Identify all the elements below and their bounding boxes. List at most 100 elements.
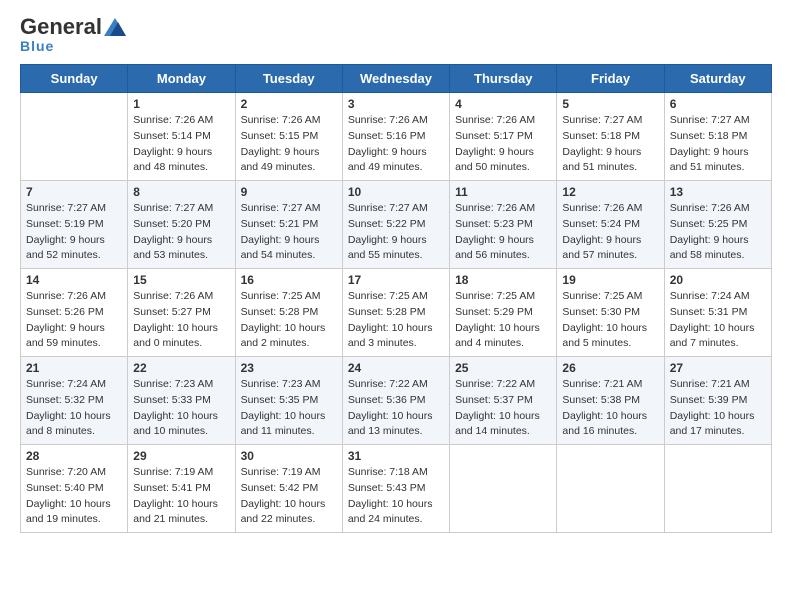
day-info: Sunrise: 7:22 AM Sunset: 5:36 PM Dayligh… <box>348 377 444 440</box>
sunset-text: Sunset: 5:21 PM <box>241 218 319 230</box>
logo-icon <box>104 18 126 36</box>
calendar-header-thursday: Thursday <box>450 65 557 93</box>
daylight-text: Daylight: 10 hours and 14 minutes. <box>455 410 540 438</box>
sunrise-text: Sunrise: 7:27 AM <box>348 202 428 214</box>
day-number: 30 <box>241 449 337 463</box>
calendar-header-monday: Monday <box>128 65 235 93</box>
sunset-text: Sunset: 5:35 PM <box>241 394 319 406</box>
calendar-cell: 22 Sunrise: 7:23 AM Sunset: 5:33 PM Dayl… <box>128 357 235 445</box>
sunrise-text: Sunrise: 7:27 AM <box>26 202 106 214</box>
daylight-text: Daylight: 9 hours and 51 minutes. <box>670 146 749 174</box>
sunset-text: Sunset: 5:37 PM <box>455 394 533 406</box>
day-info: Sunrise: 7:21 AM Sunset: 5:38 PM Dayligh… <box>562 377 658 440</box>
day-number: 20 <box>670 273 766 287</box>
calendar-cell: 29 Sunrise: 7:19 AM Sunset: 5:41 PM Dayl… <box>128 445 235 533</box>
day-number: 9 <box>241 185 337 199</box>
sunset-text: Sunset: 5:32 PM <box>26 394 104 406</box>
calendar-cell: 9 Sunrise: 7:27 AM Sunset: 5:21 PM Dayli… <box>235 181 342 269</box>
calendar-cell: 8 Sunrise: 7:27 AM Sunset: 5:20 PM Dayli… <box>128 181 235 269</box>
day-info: Sunrise: 7:27 AM Sunset: 5:19 PM Dayligh… <box>26 201 122 264</box>
sunset-text: Sunset: 5:31 PM <box>670 306 748 318</box>
sunrise-text: Sunrise: 7:26 AM <box>348 114 428 126</box>
day-info: Sunrise: 7:19 AM Sunset: 5:42 PM Dayligh… <box>241 465 337 528</box>
day-number: 5 <box>562 97 658 111</box>
day-number: 16 <box>241 273 337 287</box>
calendar-header-saturday: Saturday <box>664 65 771 93</box>
calendar-cell <box>450 445 557 533</box>
sunset-text: Sunset: 5:42 PM <box>241 482 319 494</box>
calendar-week-5: 28 Sunrise: 7:20 AM Sunset: 5:40 PM Dayl… <box>21 445 772 533</box>
calendar-cell: 18 Sunrise: 7:25 AM Sunset: 5:29 PM Dayl… <box>450 269 557 357</box>
sunrise-text: Sunrise: 7:25 AM <box>348 290 428 302</box>
sunset-text: Sunset: 5:18 PM <box>562 130 640 142</box>
sunset-text: Sunset: 5:14 PM <box>133 130 211 142</box>
sunrise-text: Sunrise: 7:26 AM <box>455 202 535 214</box>
daylight-text: Daylight: 10 hours and 13 minutes. <box>348 410 433 438</box>
logo-blue: Blue <box>20 38 54 54</box>
day-number: 18 <box>455 273 551 287</box>
sunrise-text: Sunrise: 7:23 AM <box>133 378 213 390</box>
calendar-week-4: 21 Sunrise: 7:24 AM Sunset: 5:32 PM Dayl… <box>21 357 772 445</box>
calendar-cell <box>664 445 771 533</box>
calendar-cell: 31 Sunrise: 7:18 AM Sunset: 5:43 PM Dayl… <box>342 445 449 533</box>
daylight-text: Daylight: 9 hours and 55 minutes. <box>348 234 427 262</box>
day-number: 13 <box>670 185 766 199</box>
day-number: 31 <box>348 449 444 463</box>
day-info: Sunrise: 7:25 AM Sunset: 5:28 PM Dayligh… <box>241 289 337 352</box>
day-info: Sunrise: 7:18 AM Sunset: 5:43 PM Dayligh… <box>348 465 444 528</box>
day-number: 10 <box>348 185 444 199</box>
daylight-text: Daylight: 9 hours and 54 minutes. <box>241 234 320 262</box>
calendar-table: SundayMondayTuesdayWednesdayThursdayFrid… <box>20 64 772 533</box>
day-number: 11 <box>455 185 551 199</box>
calendar-header-sunday: Sunday <box>21 65 128 93</box>
daylight-text: Daylight: 10 hours and 2 minutes. <box>241 322 326 350</box>
calendar-cell: 28 Sunrise: 7:20 AM Sunset: 5:40 PM Dayl… <box>21 445 128 533</box>
sunset-text: Sunset: 5:24 PM <box>562 218 640 230</box>
sunrise-text: Sunrise: 7:26 AM <box>133 290 213 302</box>
day-info: Sunrise: 7:26 AM Sunset: 5:14 PM Dayligh… <box>133 113 229 176</box>
sunrise-text: Sunrise: 7:25 AM <box>562 290 642 302</box>
daylight-text: Daylight: 10 hours and 5 minutes. <box>562 322 647 350</box>
sunrise-text: Sunrise: 7:26 AM <box>241 114 321 126</box>
daylight-text: Daylight: 9 hours and 57 minutes. <box>562 234 641 262</box>
daylight-text: Daylight: 10 hours and 3 minutes. <box>348 322 433 350</box>
day-info: Sunrise: 7:24 AM Sunset: 5:32 PM Dayligh… <box>26 377 122 440</box>
day-info: Sunrise: 7:23 AM Sunset: 5:35 PM Dayligh… <box>241 377 337 440</box>
day-info: Sunrise: 7:27 AM Sunset: 5:18 PM Dayligh… <box>562 113 658 176</box>
day-info: Sunrise: 7:25 AM Sunset: 5:30 PM Dayligh… <box>562 289 658 352</box>
calendar-week-3: 14 Sunrise: 7:26 AM Sunset: 5:26 PM Dayl… <box>21 269 772 357</box>
sunrise-text: Sunrise: 7:23 AM <box>241 378 321 390</box>
sunset-text: Sunset: 5:16 PM <box>348 130 426 142</box>
day-number: 23 <box>241 361 337 375</box>
sunrise-text: Sunrise: 7:18 AM <box>348 466 428 478</box>
calendar-cell: 7 Sunrise: 7:27 AM Sunset: 5:19 PM Dayli… <box>21 181 128 269</box>
day-info: Sunrise: 7:26 AM Sunset: 5:16 PM Dayligh… <box>348 113 444 176</box>
day-info: Sunrise: 7:26 AM Sunset: 5:26 PM Dayligh… <box>26 289 122 352</box>
calendar-week-2: 7 Sunrise: 7:27 AM Sunset: 5:19 PM Dayli… <box>21 181 772 269</box>
sunset-text: Sunset: 5:23 PM <box>455 218 533 230</box>
day-number: 21 <box>26 361 122 375</box>
day-info: Sunrise: 7:22 AM Sunset: 5:37 PM Dayligh… <box>455 377 551 440</box>
sunset-text: Sunset: 5:41 PM <box>133 482 211 494</box>
day-info: Sunrise: 7:26 AM Sunset: 5:17 PM Dayligh… <box>455 113 551 176</box>
calendar-cell: 3 Sunrise: 7:26 AM Sunset: 5:16 PM Dayli… <box>342 93 449 181</box>
daylight-text: Daylight: 9 hours and 58 minutes. <box>670 234 749 262</box>
daylight-text: Daylight: 10 hours and 19 minutes. <box>26 498 111 526</box>
sunset-text: Sunset: 5:20 PM <box>133 218 211 230</box>
sunrise-text: Sunrise: 7:26 AM <box>26 290 106 302</box>
day-number: 6 <box>670 97 766 111</box>
day-number: 29 <box>133 449 229 463</box>
day-number: 24 <box>348 361 444 375</box>
calendar-header-wednesday: Wednesday <box>342 65 449 93</box>
sunset-text: Sunset: 5:30 PM <box>562 306 640 318</box>
daylight-text: Daylight: 9 hours and 52 minutes. <box>26 234 105 262</box>
daylight-text: Daylight: 9 hours and 56 minutes. <box>455 234 534 262</box>
daylight-text: Daylight: 9 hours and 48 minutes. <box>133 146 212 174</box>
sunrise-text: Sunrise: 7:21 AM <box>670 378 750 390</box>
daylight-text: Daylight: 10 hours and 11 minutes. <box>241 410 326 438</box>
daylight-text: Daylight: 9 hours and 50 minutes. <box>455 146 534 174</box>
sunset-text: Sunset: 5:26 PM <box>26 306 104 318</box>
calendar-cell: 11 Sunrise: 7:26 AM Sunset: 5:23 PM Dayl… <box>450 181 557 269</box>
sunrise-text: Sunrise: 7:19 AM <box>133 466 213 478</box>
day-number: 28 <box>26 449 122 463</box>
